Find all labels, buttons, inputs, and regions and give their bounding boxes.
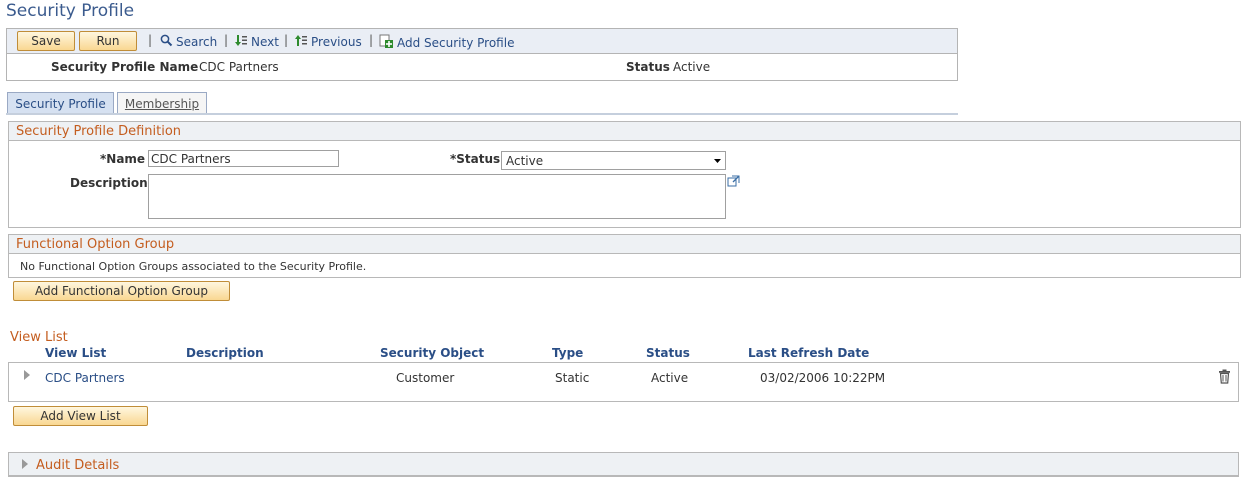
profile-name-label: Security Profile Name <box>51 60 199 74</box>
page-title: Security Profile <box>6 1 135 21</box>
status-select-value: Active <box>506 153 544 168</box>
tab-divider <box>6 113 958 115</box>
toolbar-separator: | <box>148 33 153 47</box>
add-icon <box>379 34 394 51</box>
profile-name-value: CDC Partners <box>199 60 279 74</box>
popup-icon[interactable] <box>727 175 740 190</box>
search-icon <box>160 34 173 50</box>
functional-empty-text: No Functional Option Groups associated t… <box>20 260 367 273</box>
expand-icon[interactable] <box>23 369 31 384</box>
column-header-status: Status <box>646 346 690 360</box>
add-security-profile-link[interactable]: Add Security Profile <box>379 34 514 51</box>
row-security-object: Customer <box>396 371 455 385</box>
column-header-security-object: Security Object <box>380 346 485 360</box>
expand-icon <box>21 458 29 473</box>
previous-label: Previous <box>311 35 362 49</box>
name-input[interactable] <box>148 150 339 167</box>
column-header-type: Type <box>552 346 584 360</box>
delete-icon[interactable] <box>1218 369 1231 387</box>
row-view-list-link[interactable]: CDC Partners <box>45 371 125 385</box>
description-label: Description <box>70 176 148 190</box>
table-row <box>8 362 1239 402</box>
add-security-profile-label: Add Security Profile <box>397 35 515 50</box>
column-header-view-list: View List <box>45 346 107 360</box>
next-label: Next <box>251 35 279 49</box>
search-label: Search <box>176 35 218 49</box>
name-label: *Name <box>100 152 146 166</box>
profile-status-label: Status <box>626 60 670 74</box>
toolbar-separator: | <box>369 33 374 47</box>
next-icon <box>234 34 248 50</box>
audit-details-section[interactable]: Audit Details <box>8 452 1239 477</box>
status-select[interactable]: Active <box>501 151 726 170</box>
add-view-list-button[interactable]: Add View List <box>13 406 148 426</box>
audit-details-title: Audit Details <box>36 458 120 473</box>
status-label: *Status <box>450 152 501 166</box>
profile-status-value: Active <box>673 60 711 74</box>
functional-group: Functional Option Group No Functional Op… <box>8 234 1241 278</box>
description-textarea[interactable] <box>148 174 726 219</box>
toolbar-separator: | <box>284 33 289 47</box>
functional-group-header: Functional Option Group <box>9 235 1240 254</box>
row-last-refresh: 03/02/2006 10:22PM <box>760 371 886 385</box>
search-link[interactable]: Search <box>160 34 217 50</box>
toolbar: Save Run | Search | Next | Previous | Ad… <box>7 29 957 54</box>
toolbar-separator: | <box>224 33 229 47</box>
previous-link[interactable]: Previous <box>294 34 362 50</box>
tab-security-profile[interactable]: Security Profile <box>7 92 114 115</box>
view-list-title: View List <box>10 330 68 345</box>
row-status: Active <box>651 371 689 385</box>
column-header-last-refresh-date: Last Refresh Date <box>748 346 870 360</box>
previous-icon <box>294 34 308 50</box>
definition-group-header: Security Profile Definition <box>9 122 1240 141</box>
definition-group-title: Security Profile Definition <box>16 124 182 139</box>
tab-membership[interactable]: Membership <box>117 92 207 114</box>
row-type: Static <box>555 371 590 385</box>
column-header-description: Description <box>186 346 264 360</box>
chevron-down-icon <box>709 158 725 164</box>
add-functional-option-group-button[interactable]: Add Functional Option Group <box>13 281 230 301</box>
next-link[interactable]: Next <box>234 34 279 50</box>
save-button[interactable]: Save <box>17 31 75 51</box>
run-button[interactable]: Run <box>79 31 137 51</box>
functional-group-title: Functional Option Group <box>16 237 175 252</box>
